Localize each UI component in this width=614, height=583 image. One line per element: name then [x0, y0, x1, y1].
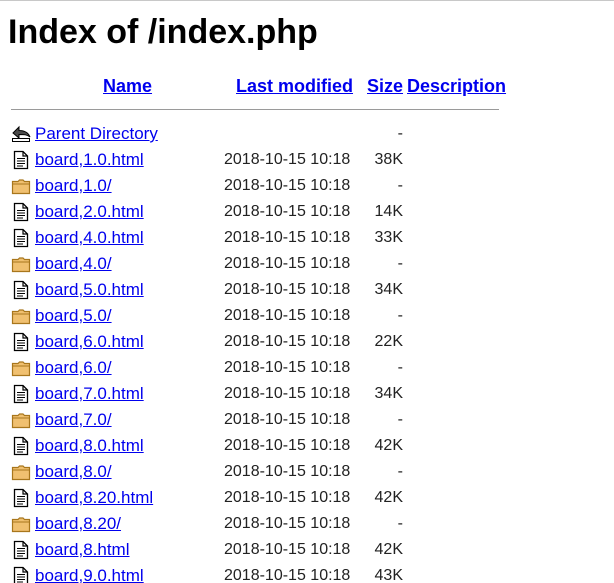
folder-link[interactable]: board,8.0/ [35, 461, 112, 483]
file-link[interactable]: board,2.0.html [35, 201, 144, 223]
folder-icon[interactable] [11, 254, 31, 274]
file-icon[interactable] [11, 540, 31, 560]
size-value: 22K [374, 333, 403, 350]
size-value: 14K [374, 203, 403, 220]
file-icon[interactable] [11, 202, 31, 222]
table-row: board,7.0/2018-10-15 10:18 - [0, 407, 614, 433]
folder-link[interactable]: board,1.0/ [35, 175, 112, 197]
size-value: 43K [374, 567, 403, 583]
entry-list: Parent Directory - board,1.0.html 2018-10-… [0, 121, 614, 583]
table-row: board,9.0.html 2018-10-15 10:18 43K [0, 563, 614, 583]
size-value: - [397, 307, 403, 324]
listing-header: Name Last modified Size Description [0, 72, 614, 100]
sort-by-name-link[interactable]: Name [103, 75, 152, 97]
parent-directory-link[interactable]: Parent Directory [35, 123, 158, 145]
size-value: - [397, 515, 403, 532]
last-modified-value: 2018-10-15 10:18 [224, 359, 351, 376]
size-value: 38K [374, 151, 403, 168]
table-row: board,8.20/2018-10-15 10:18 - [0, 511, 614, 537]
last-modified-value: 2018-10-15 10:18 [224, 333, 351, 350]
folder-link[interactable]: board,6.0/ [35, 357, 112, 379]
table-row: board,7.0.html 2018-10-15 10:18 34K [0, 381, 614, 407]
last-modified-value: 2018-10-15 10:18 [224, 411, 351, 428]
table-row: board,6.0/2018-10-15 10:18 - [0, 355, 614, 381]
table-row: board,8.0.html 2018-10-15 10:18 42K [0, 433, 614, 459]
table-row: board,8.0/2018-10-15 10:18 - [0, 459, 614, 485]
file-link[interactable]: board,4.0.html [35, 227, 144, 249]
table-row: board,2.0.html 2018-10-15 10:18 14K [0, 199, 614, 225]
file-link[interactable]: board,8.0.html [35, 435, 144, 457]
size-value: - [397, 177, 403, 194]
page-title: Index of /index.php [8, 13, 318, 51]
file-link[interactable]: board,8.20.html [35, 487, 153, 509]
header-divider [11, 109, 499, 110]
file-icon[interactable] [11, 566, 31, 583]
file-icon[interactable] [11, 384, 31, 404]
table-row: board,6.0.html 2018-10-15 10:18 22K [0, 329, 614, 355]
window-top-edge [0, 0, 614, 1]
size-value: - [397, 463, 403, 480]
last-modified-value: 2018-10-15 10:18 [224, 255, 351, 272]
table-row: board,5.0/2018-10-15 10:18 - [0, 303, 614, 329]
last-modified-value: 2018-10-15 10:18 [224, 437, 351, 454]
size-value: 34K [374, 281, 403, 298]
table-row: board,1.0.html 2018-10-15 10:18 38K [0, 147, 614, 173]
last-modified-value: 2018-10-15 10:18 [224, 463, 351, 480]
file-icon[interactable] [11, 488, 31, 508]
last-modified-value: 2018-10-15 10:18 [224, 203, 351, 220]
table-row: board,8.20.html 2018-10-15 10:18 42K [0, 485, 614, 511]
file-link[interactable]: board,1.0.html [35, 149, 144, 171]
file-link[interactable]: board,9.0.html [35, 565, 144, 583]
file-icon[interactable] [11, 332, 31, 352]
last-modified-value: 2018-10-15 10:18 [224, 307, 351, 324]
last-modified-value: 2018-10-15 10:18 [224, 567, 351, 583]
file-icon[interactable] [11, 228, 31, 248]
table-row: board,8.html 2018-10-15 10:18 42K [0, 537, 614, 563]
size-value: - [397, 125, 403, 142]
size-value: - [397, 255, 403, 272]
file-icon[interactable] [11, 150, 31, 170]
sort-by-last-modified-link[interactable]: Last modified [236, 75, 353, 97]
file-link[interactable]: board,8.html [35, 539, 130, 561]
last-modified-value: 2018-10-15 10:18 [224, 489, 351, 506]
folder-icon[interactable] [11, 358, 31, 378]
size-value: - [397, 411, 403, 428]
folder-link[interactable]: board,7.0/ [35, 409, 112, 431]
file-link[interactable]: board,6.0.html [35, 331, 144, 353]
last-modified-value: 2018-10-15 10:18 [224, 229, 351, 246]
table-row: board,4.0/2018-10-15 10:18 - [0, 251, 614, 277]
back-icon[interactable] [11, 124, 31, 144]
file-icon[interactable] [11, 280, 31, 300]
folder-icon[interactable] [11, 410, 31, 430]
last-modified-value: 2018-10-15 10:18 [224, 515, 351, 532]
table-row: board,4.0.html 2018-10-15 10:18 33K [0, 225, 614, 251]
directory-listing: Name Last modified Size Description Pare… [0, 72, 614, 583]
file-link[interactable]: board,7.0.html [35, 383, 144, 405]
table-row: board,5.0.html 2018-10-15 10:18 34K [0, 277, 614, 303]
folder-link[interactable]: board,4.0/ [35, 253, 112, 275]
folder-link[interactable]: board,5.0/ [35, 305, 112, 327]
folder-icon[interactable] [11, 462, 31, 482]
file-icon[interactable] [11, 436, 31, 456]
parent-directory-row: Parent Directory - [0, 121, 614, 147]
folder-icon[interactable] [11, 306, 31, 326]
folder-icon[interactable] [11, 514, 31, 534]
size-value: 33K [374, 229, 403, 246]
last-modified-value: 2018-10-15 10:18 [224, 151, 351, 168]
sort-by-size-link[interactable]: Size [367, 75, 403, 97]
size-value: 42K [374, 437, 403, 454]
file-link[interactable]: board,5.0.html [35, 279, 144, 301]
size-value: - [397, 359, 403, 376]
size-value: 34K [374, 385, 403, 402]
last-modified-value: 2018-10-15 10:18 [224, 177, 351, 194]
folder-icon[interactable] [11, 176, 31, 196]
folder-link[interactable]: board,8.20/ [35, 513, 121, 535]
last-modified-value: 2018-10-15 10:18 [224, 385, 351, 402]
table-row: board,1.0/2018-10-15 10:18 - [0, 173, 614, 199]
last-modified-value: 2018-10-15 10:18 [224, 541, 351, 558]
size-value: 42K [374, 541, 403, 558]
size-value: 42K [374, 489, 403, 506]
last-modified-value: 2018-10-15 10:18 [224, 281, 351, 298]
sort-by-description-link[interactable]: Description [407, 75, 506, 97]
